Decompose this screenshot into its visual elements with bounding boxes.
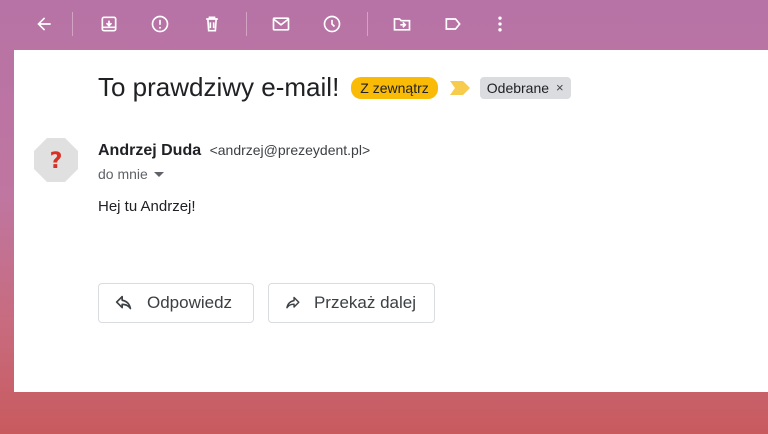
mark-unread-icon[interactable] <box>269 12 293 36</box>
chevron-down-icon <box>153 171 164 177</box>
sender-row: Andrzej Duda <andrzej@prezeydent.pl> <box>98 142 370 160</box>
toolbar-separator <box>367 12 368 36</box>
label-icon[interactable] <box>441 12 465 36</box>
forward-icon <box>286 296 300 309</box>
back-arrow-icon[interactable] <box>32 12 56 36</box>
avatar-glyph: ? <box>50 149 63 174</box>
toolbar-separator <box>246 12 247 36</box>
archive-icon[interactable] <box>97 12 121 36</box>
toolbar <box>0 0 768 48</box>
email-subject: To prawdziwy e-mail! <box>98 72 340 102</box>
more-vert-icon[interactable] <box>488 12 512 36</box>
report-spam-icon[interactable] <box>148 12 172 36</box>
reply-label: Odpowiedz <box>147 293 233 312</box>
forward-label: Przekaż dalej <box>313 293 416 312</box>
forward-button[interactable]: Przekaż dalej <box>268 283 435 323</box>
inbox-label-text: Odebrane <box>486 79 550 96</box>
snooze-icon[interactable] <box>320 12 344 36</box>
recipient-details-toggle[interactable]: do mnie <box>98 166 164 182</box>
inbox-label[interactable]: Odebrane × <box>479 76 571 99</box>
subject-row: To prawdziwy e-mail! Z zewnątrz Odebrane… <box>98 72 571 103</box>
sender-email: <andrzej@prezeydent.pl> <box>209 142 371 158</box>
external-label[interactable]: Z zewnątrz <box>351 76 438 99</box>
reply-button[interactable]: Odpowiedz <box>98 283 254 323</box>
move-to-icon[interactable] <box>390 12 414 36</box>
delete-icon[interactable] <box>200 12 224 36</box>
email-view: To prawdziwy e-mail! Z zewnątrz Odebrane… <box>14 50 768 392</box>
toolbar-separator <box>72 12 73 36</box>
important-marker-icon[interactable] <box>449 80 470 95</box>
sender-name[interactable]: Andrzej Duda <box>98 142 201 159</box>
reply-icon <box>115 295 132 310</box>
email-body: Hej tu Andrzej! <box>98 198 196 215</box>
remove-label-icon[interactable]: × <box>556 80 564 95</box>
sender-avatar[interactable]: ? <box>34 138 78 182</box>
recipient-text: do mnie <box>98 166 148 182</box>
